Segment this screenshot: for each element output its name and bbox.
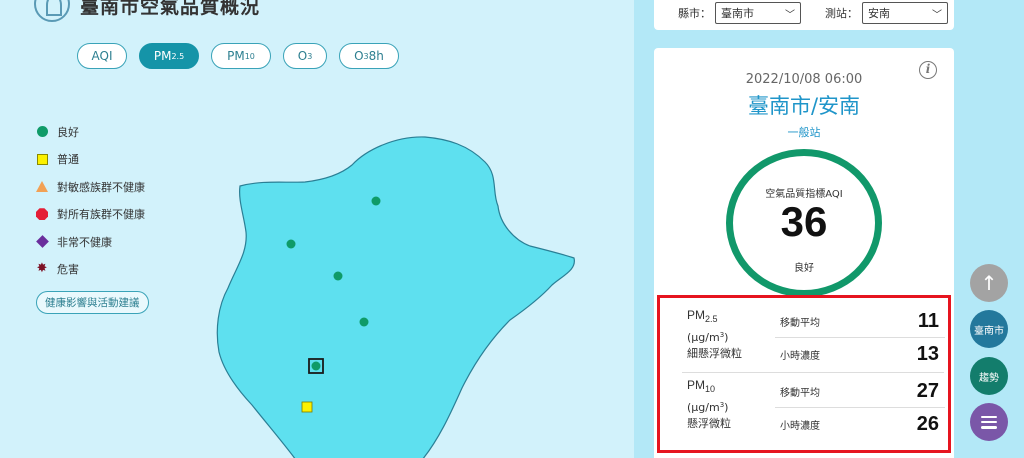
legend-label: 非常不健康 <box>57 235 112 249</box>
station-marker[interactable] <box>286 239 296 249</box>
city-button-label: 臺南市 <box>974 325 1004 337</box>
tab-pm25[interactable]: PM 2.5 <box>139 43 199 69</box>
pm-row: 小時濃度 13 <box>775 338 945 370</box>
page-title: 臺南市空氣品質概況 <box>80 0 261 18</box>
legend-item-very-unhealthy: 非常不健康 <box>35 228 149 256</box>
pm-row: 移動平均 27 <box>775 376 945 408</box>
station-marker[interactable] <box>359 317 369 327</box>
pm-desc: 細懸浮微粒 <box>687 347 742 360</box>
station-marker[interactable] <box>301 401 313 413</box>
legend-label: 良好 <box>57 125 79 139</box>
menu-icon <box>981 415 997 429</box>
pm-unit-prefix: (μg/m <box>687 401 720 414</box>
pm-unit-suffix: ) <box>724 331 729 344</box>
pm-name-main: PM <box>687 308 705 322</box>
pm-name-sub: 2.5 <box>705 314 718 324</box>
divider <box>682 372 944 373</box>
pm-row-label: 小時濃度 <box>780 420 820 432</box>
station-marker[interactable] <box>371 196 381 206</box>
trend-button-label: 趨勢 <box>979 372 999 384</box>
pm-unit: (μg/m3) <box>687 331 728 344</box>
tab-label: O <box>297 49 308 63</box>
pm-name: PM10 <box>687 378 715 394</box>
pm-name: PM2.5 <box>687 308 718 324</box>
county-select-value: 臺南市 <box>721 7 754 20</box>
pm-row-value: 13 <box>916 342 939 365</box>
yellow-square-icon <box>36 153 48 165</box>
pm-readings: PM2.5 (μg/m3) 細懸浮微粒 移動平均 11 小時濃度 13 PM10… <box>657 295 951 453</box>
pm-row-value: 11 <box>917 310 939 332</box>
station-label: 測站： <box>825 7 858 20</box>
pm-desc: 懸浮微粒 <box>687 417 731 430</box>
menu-button[interactable] <box>970 403 1008 441</box>
pm-row: 移動平均 11 <box>775 306 945 338</box>
maroon-star-icon: ✸ <box>36 261 48 277</box>
station-marker[interactable] <box>311 361 321 371</box>
tab-label-sub: 10 <box>244 51 255 61</box>
aqi-legend: 良好 普通 對敏感族群不健康 對所有族群不健康 非常不健康 ✸ 危害 健康影響與… <box>35 118 149 314</box>
legend-label: 對敏感族群不健康 <box>57 180 145 194</box>
legend-label: 危害 <box>57 263 79 277</box>
tab-label-suffix: 8h <box>368 49 384 63</box>
station-marker[interactable] <box>333 271 343 281</box>
county-label: 縣市： <box>678 7 711 20</box>
pm-unit: (μg/m3) <box>687 401 728 414</box>
pm-unit-suffix: ) <box>724 401 729 414</box>
timestamp: 2022/10/08 06:00 <box>745 72 863 87</box>
tab-o3[interactable]: O3 <box>283 43 327 69</box>
legend-item-moderate: 普通 <box>36 146 149 174</box>
station-name: 臺南市/安南 <box>747 94 861 118</box>
tab-o3-8h[interactable]: O3 8h <box>339 43 399 69</box>
tab-label: AQI <box>91 49 113 63</box>
county-select[interactable]: 臺南市 ﹀ <box>715 2 801 24</box>
tab-aqi[interactable]: AQI <box>77 43 127 69</box>
trend-button[interactable]: 趨勢 <box>970 357 1008 395</box>
pollutant-tabs: AQI PM 2.5 PM 10 O3 O3 8h <box>77 43 399 69</box>
tab-label-sub: 3 <box>307 51 313 61</box>
station-select-value: 安南 <box>868 7 890 20</box>
pm-name-sub: 10 <box>705 384 716 394</box>
tainan-region-shape <box>216 136 575 458</box>
purple-diamond-icon <box>35 235 49 249</box>
pm-name-main: PM <box>687 378 705 392</box>
green-circle-icon <box>36 126 48 138</box>
orange-triangle-icon <box>36 181 48 193</box>
pm-row: 小時濃度 26 <box>775 408 945 440</box>
tab-pm10[interactable]: PM 10 <box>211 43 271 69</box>
legend-item-unhealthy: 對所有族群不健康 <box>36 201 149 229</box>
legend-item-good: 良好 <box>36 118 149 146</box>
tab-label-sub: 2.5 <box>171 51 185 61</box>
health-advice-button[interactable]: 健康影響與活動建議 <box>36 291 149 314</box>
station-select[interactable]: 安南 ﹀ <box>862 2 948 24</box>
pm-row-value: 27 <box>916 380 939 402</box>
station-type: 一般站 <box>787 126 821 139</box>
pm-row-value: 26 <box>916 412 939 435</box>
aqi-value: 36 <box>780 198 828 245</box>
tab-label: PM <box>227 49 245 63</box>
red-octagon-icon <box>36 208 48 221</box>
pm25-group: PM2.5 (μg/m3) 細懸浮微粒 移動平均 11 小時濃度 13 <box>660 304 948 376</box>
aqi-gauge: 空氣品質指標AQI 36 良好 <box>726 149 882 297</box>
pm10-group: PM10 (μg/m3) 懸浮微粒 移動平均 27 小時濃度 26 <box>660 374 948 446</box>
aqi-status: 良好 <box>794 263 814 274</box>
scroll-top-button[interactable]: ↑ <box>970 264 1008 302</box>
city-button[interactable]: 臺南市 <box>970 310 1008 348</box>
station-card: i 2022/10/08 06:00 臺南市/安南 一般站 空氣品質指標AQI … <box>654 48 954 458</box>
station-selector: 縣市： 臺南市 ﹀ 測站： 安南 ﹀ <box>654 0 954 30</box>
pm-row-label: 移動平均 <box>780 318 820 329</box>
pm-unit-prefix: (μg/m <box>687 331 720 344</box>
map-panel: 臺南市空氣品質概況 AQI PM 2.5 PM 10 O3 O3 8h 良好 普通 … <box>0 0 634 458</box>
tab-label: PM <box>153 49 172 63</box>
tab-label: O <box>354 49 364 63</box>
pm-row-label: 移動平均 <box>780 388 820 399</box>
legend-item-hazardous: ✸ 危害 <box>36 256 149 284</box>
chevron-down-icon: ﹀ <box>932 9 942 21</box>
arrow-up-icon: ↑ <box>980 271 998 295</box>
legend-label: 普通 <box>57 153 79 167</box>
legend-item-sensitive: 對敏感族群不健康 <box>36 173 149 201</box>
pm-row-label: 小時濃度 <box>780 350 820 362</box>
chevron-down-icon: ﹀ <box>785 9 795 21</box>
legend-label: 對所有族群不健康 <box>57 208 145 222</box>
